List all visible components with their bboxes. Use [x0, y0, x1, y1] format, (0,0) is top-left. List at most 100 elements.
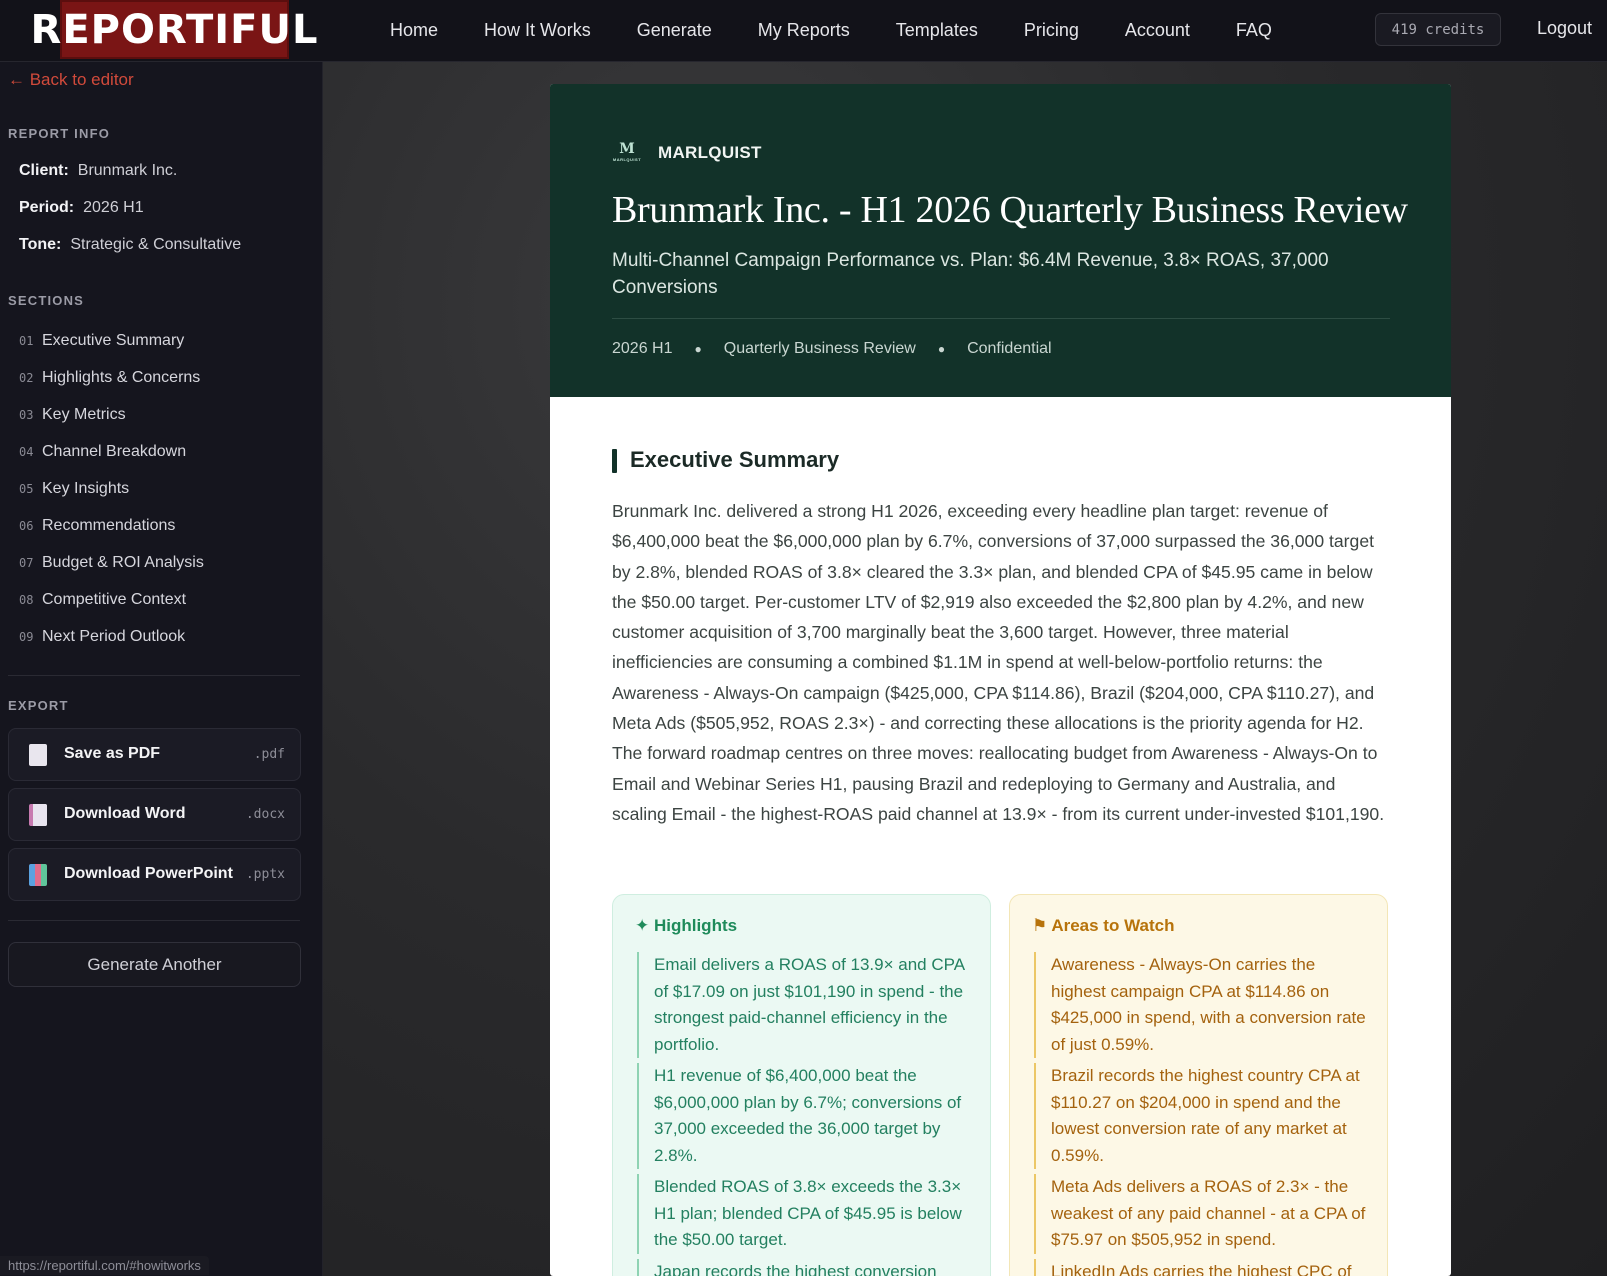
list-item: Japan records the highest conversion — [637, 1258, 972, 1276]
list-item: Email delivers a ROAS of 13.9× and CPA o… — [637, 952, 972, 1058]
word-file-icon — [29, 804, 47, 826]
areas-to-watch-list: Awareness - Always-On carries the highes… — [1034, 952, 1369, 1276]
export-extension: .pdf — [253, 747, 285, 762]
areas-to-watch-title: ⚑ Areas to Watch — [1032, 916, 1175, 935]
section-heading-executive-summary: Executive Summary — [612, 447, 839, 473]
sidebar-item-channel-breakdown[interactable]: 04 Channel Breakdown — [19, 443, 186, 461]
section-label: Next Period Outlook — [42, 628, 186, 645]
generate-another-button[interactable]: Generate Another — [8, 942, 301, 987]
bullet-separator: ● — [694, 342, 702, 356]
sidebar-item-budget-roi[interactable]: 07 Budget & ROI Analysis — [19, 554, 204, 572]
hero-divider — [612, 318, 1390, 319]
nav-my-reports[interactable]: My Reports — [758, 20, 850, 41]
executive-summary-text: Brunmark Inc. delivered a strong H1 2026… — [612, 501, 1385, 824]
info-label: Client: — [19, 162, 69, 179]
nav-account[interactable]: Account — [1125, 20, 1190, 41]
report-title: Brunmark Inc. - H1 2026 Quarterly Busine… — [612, 189, 1408, 231]
info-value: Strategic & Consultative — [70, 236, 242, 253]
areas-to-watch-box: ⚑ Areas to Watch Awareness - Always-On c… — [1009, 894, 1388, 1276]
info-period: Period: 2026 H1 — [19, 199, 144, 217]
report-meta: 2026 H1 ● Quarterly Business Review ● Co… — [612, 340, 1052, 358]
highlights-list: Email delivers a ROAS of 13.9× and CPA o… — [637, 952, 972, 1276]
pdf-file-icon — [29, 744, 47, 766]
main-nav: Home How It Works Generate My Reports Te… — [390, 0, 1318, 60]
section-label: Executive Summary — [42, 332, 185, 349]
sidebar-item-competitive-context[interactable]: 08 Competitive Context — [19, 591, 186, 609]
sidebar-item-recommendations[interactable]: 06 Recommendations — [19, 517, 175, 535]
list-item: LinkedIn Ads carries the highest CPC of — [1034, 1258, 1369, 1276]
nav-templates[interactable]: Templates — [896, 20, 978, 41]
highlights-title: ✦ Highlights — [635, 916, 738, 935]
info-label: Tone: — [19, 236, 62, 253]
sections-heading: SECTIONS — [8, 293, 85, 308]
section-label: Budget & ROI Analysis — [42, 554, 204, 571]
nav-home[interactable]: Home — [390, 20, 438, 41]
section-label: Key Metrics — [42, 406, 126, 423]
sidebar-divider — [8, 920, 300, 921]
brand-name: MARLQUIST — [658, 143, 762, 162]
export-extension: .pptx — [245, 867, 285, 882]
meta-type: Quarterly Business Review — [723, 340, 916, 357]
download-powerpoint-button[interactable]: Download PowerPoint .pptx — [8, 848, 301, 901]
section-number: 01 — [19, 334, 34, 348]
section-number: 04 — [19, 445, 34, 459]
info-tone: Tone: Strategic & Consultative — [19, 236, 241, 254]
status-bar-url: https://reportiful.com/#howitworks — [0, 1256, 209, 1275]
meta-confidentiality: Confidential — [967, 340, 1052, 357]
sidebar: ← Back to editor REPORT INFO Client: Brun… — [0, 62, 323, 1276]
section-number: 05 — [19, 482, 34, 496]
info-label: Period: — [19, 199, 75, 216]
report-subtitle: Multi-Channel Campaign Performance vs. P… — [612, 250, 1329, 298]
list-item: Meta Ads delivers a ROAS of 2.3× - the w… — [1034, 1174, 1369, 1254]
export-heading: EXPORT — [8, 698, 69, 713]
section-label: Channel Breakdown — [42, 443, 187, 460]
section-number: 08 — [19, 593, 34, 607]
sidebar-item-executive-summary[interactable]: 01 Executive Summary — [19, 332, 184, 350]
top-navbar: REPORTIFUL Home How It Works Generate My… — [0, 0, 1607, 62]
nav-pricing[interactable]: Pricing — [1024, 20, 1079, 41]
list-item: H1 revenue of $6,400,000 beat the $6,000… — [637, 1063, 972, 1169]
export-label: Download PowerPoint — [64, 865, 233, 882]
sidebar-item-next-period-outlook[interactable]: 09 Next Period Outlook — [19, 628, 185, 646]
section-number: 06 — [19, 519, 34, 533]
section-number: 07 — [19, 556, 34, 570]
export-label: Save as PDF — [64, 745, 161, 762]
list-item: Blended ROAS of 3.8× exceeds the 3.3× H1… — [637, 1174, 972, 1254]
info-client: Client: Brunmark Inc. — [19, 162, 177, 180]
report-hero: M MARLQUIST MARLQUIST Brunmark Inc. - H1 … — [550, 84, 1451, 397]
info-value: 2026 H1 — [83, 199, 144, 216]
brand-mark-caption: MARLQUIST — [612, 157, 642, 162]
nav-generate[interactable]: Generate — [637, 20, 712, 41]
section-number: 02 — [19, 371, 34, 385]
highlights-box: ✦ Highlights Email delivers a ROAS of 13… — [612, 894, 991, 1276]
back-to-editor-link[interactable]: ← Back to editor — [8, 70, 134, 90]
report-info-heading: REPORT INFO — [8, 126, 111, 141]
sidebar-divider — [8, 675, 300, 676]
sidebar-item-key-metrics[interactable]: 03 Key Metrics — [19, 406, 126, 424]
export-extension: .docx — [245, 807, 285, 822]
list-item: Brazil records the highest country CPA a… — [1034, 1063, 1369, 1169]
info-value: Brunmark Inc. — [77, 162, 178, 179]
download-word-button[interactable]: Download Word .docx — [8, 788, 301, 841]
nav-faq[interactable]: FAQ — [1236, 20, 1272, 41]
sidebar-item-highlights-concerns[interactable]: 02 Highlights & Concerns — [19, 369, 200, 387]
section-label: Competitive Context — [42, 591, 187, 608]
reportiful-logo[interactable]: REPORTIFUL — [31, 0, 317, 59]
section-label: Highlights & Concerns — [42, 369, 201, 386]
section-number: 09 — [19, 630, 34, 644]
meta-period: 2026 H1 — [612, 340, 673, 357]
report-document: M MARLQUIST MARLQUIST Brunmark Inc. - H1 … — [550, 84, 1451, 1276]
logout-link[interactable]: Logout — [1537, 18, 1592, 39]
credits-badge: 419 credits — [1375, 13, 1501, 46]
marlquist-logo: M MARLQUIST — [612, 141, 642, 167]
nav-how-it-works[interactable]: How It Works — [484, 20, 591, 41]
section-number: 03 — [19, 408, 34, 422]
powerpoint-file-icon — [29, 864, 47, 886]
section-label: Key Insights — [42, 480, 130, 497]
section-label: Recommendations — [42, 517, 176, 534]
save-pdf-button[interactable]: Save as PDF .pdf — [8, 728, 301, 781]
sidebar-item-key-insights[interactable]: 05 Key Insights — [19, 480, 129, 498]
bullet-separator: ● — [937, 342, 946, 356]
list-item: Awareness - Always-On carries the highes… — [1034, 952, 1369, 1058]
export-label: Download Word — [64, 805, 186, 822]
